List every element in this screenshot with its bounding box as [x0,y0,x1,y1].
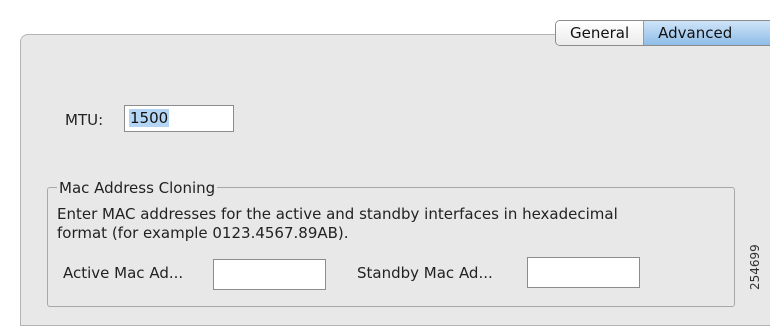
mtu-input[interactable]: 1500 [124,105,234,132]
tab-bar: General Advanced [555,20,770,46]
description-line-1: Enter MAC addresses for the active and s… [57,205,618,223]
active-mac-address-input[interactable] [213,259,326,290]
mtu-label: MTU: [65,111,104,129]
description-line-2: format (for example 0123.4567.89AB). [57,224,349,242]
standby-mac-address-input[interactable] [527,257,640,288]
tab-general[interactable]: General [556,21,645,45]
mac-address-cloning-title: Mac Address Cloning [57,178,218,198]
mac-cloning-description: Enter MAC addresses for the active and s… [57,205,737,243]
tab-advanced[interactable]: Advanced [644,21,770,45]
standby-mac-address-label: Standby Mac Ad... [357,264,493,282]
mtu-value: 1500 [129,109,170,127]
active-mac-address-label: Active Mac Ad... [63,264,184,282]
figure-id: 254699 [748,244,762,290]
